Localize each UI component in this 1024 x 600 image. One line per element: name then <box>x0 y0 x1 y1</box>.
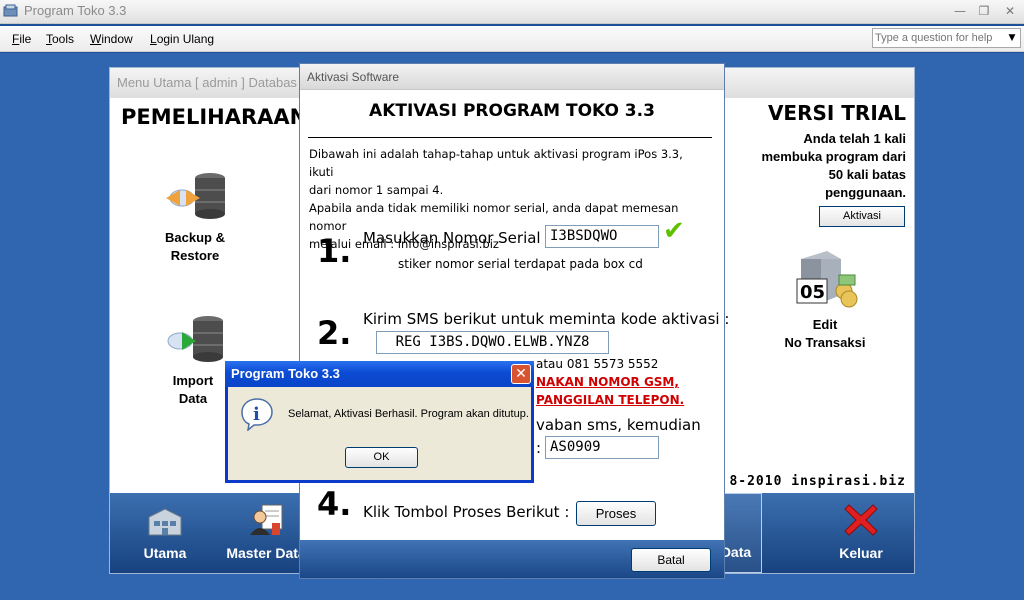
info-glyph: i <box>253 404 260 425</box>
step-1-note: stiker nomor serial terdapat pada box cd <box>398 257 643 271</box>
proses-button[interactable]: Proses <box>576 501 656 526</box>
message-box-title: Program Toko 3.3 <box>231 366 340 381</box>
app-icon <box>3 4 18 17</box>
edit-no-transaksi-tool[interactable]: 05 Edit No Transaksi <box>770 245 880 352</box>
message-box: Program Toko 3.3 ✕ i Selamat, Aktivasi B… <box>225 361 534 483</box>
database-backup-icon <box>166 173 225 219</box>
version-heading: VERSI TRIAL <box>767 101 906 125</box>
user-document-icon <box>250 504 283 535</box>
menu-bar: File Tools Window Login Ulang ▼ <box>0 26 1024 52</box>
menu-window-accel: W <box>90 32 102 46</box>
activation-footer: Batal <box>300 540 724 578</box>
menu-window[interactable]: Window <box>90 32 133 46</box>
activation-window: Aktivasi Software AKTIVASI PROGRAM TOKO … <box>299 63 729 579</box>
app-title: Program Toko 3.3 <box>24 3 127 18</box>
menu-tools-label: ools <box>52 32 75 46</box>
close-button[interactable]: ✕ <box>999 3 1021 19</box>
help-search-box[interactable]: ▼ <box>872 28 1021 48</box>
step-4-number: 4. <box>317 485 352 523</box>
backup-label-1: Backup & <box>165 230 225 245</box>
copyright-text: 8-2010 inspirasi.biz <box>729 474 906 489</box>
activation-titlebar: Aktivasi Software <box>300 64 724 90</box>
message-box-close-button[interactable]: ✕ <box>511 364 531 384</box>
backup-label-2: Restore <box>170 248 220 263</box>
step-2-warning-2: PANGGILAN TELEPON. <box>536 393 685 407</box>
menu-file-label: ile <box>19 32 32 46</box>
serial-number-field[interactable]: I3BSDQWO <box>545 225 659 248</box>
intro-line: dari nomor 1 sampai 4. <box>309 183 444 197</box>
help-search-input[interactable] <box>875 30 1003 46</box>
trial-line: membuka program dari <box>761 149 907 164</box>
box-document-icon: 05 <box>796 251 858 308</box>
intro-line: Dibawah ini adalah tahap-tahap untuk akt… <box>309 147 683 179</box>
aktivasi-button[interactable]: Aktivasi <box>819 206 905 227</box>
step-4-label: Klik Tombol Proses Berikut : <box>363 503 570 521</box>
heading-divider <box>308 137 712 138</box>
check-icon: ✔ <box>663 216 685 246</box>
batal-button[interactable]: Batal <box>631 548 711 572</box>
message-text: Selamat, Aktivasi Berhasil. Program akan… <box>288 408 529 420</box>
activation-window-title: Aktivasi Software <box>307 70 400 84</box>
database-import-icon <box>167 316 223 362</box>
app-title-bar: Program Toko 3.3 — ❐ ✕ <box>0 0 1024 24</box>
trial-line: 50 kali batas <box>828 167 906 182</box>
close-x-icon <box>844 504 878 536</box>
nav-keluar[interactable]: Keluar <box>820 493 902 573</box>
trial-info: Anda telah 1 kali membuka program dari 5… <box>746 130 907 202</box>
backup-restore-tool[interactable]: Backup & Restore <box>140 168 250 265</box>
trial-line: penggunaan. <box>825 185 906 200</box>
edit-badge-text: 05 <box>800 282 825 303</box>
chevron-down-icon[interactable]: ▼ <box>1005 30 1019 46</box>
menu-tools[interactable]: Tools <box>46 32 74 46</box>
edit-label-2: No Transaksi <box>784 335 866 350</box>
menu-login-accel: L <box>150 32 157 46</box>
ok-button[interactable]: OK <box>345 447 418 468</box>
step-3-colon: : <box>536 439 542 457</box>
step-1-number: 1. <box>317 232 352 270</box>
menu-window-label: indow <box>101 32 133 46</box>
step-1-label: Masukkan Nomor Serial : <box>363 229 551 247</box>
trial-line: Anda telah 1 kali <box>803 131 906 146</box>
nav-utama[interactable]: Utama <box>120 493 210 573</box>
sms-code-field[interactable]: REG I3BS.DQWO.ELWB.YNZ8 <box>376 331 609 354</box>
activation-heading: AKTIVASI PROGRAM TOKO 3.3 <box>369 101 655 121</box>
info-icon: i <box>241 398 273 431</box>
edit-label-1: Edit <box>812 317 838 332</box>
step-2-label: Kirim SMS berikut untuk meminta kode akt… <box>363 310 730 328</box>
restore-button[interactable]: ❐ <box>973 3 995 19</box>
activation-code-field[interactable]: AS0909 <box>545 436 659 459</box>
nav-keluar-label: Keluar <box>839 545 883 561</box>
step-3-text: vaban sms, kemudian <box>536 416 701 434</box>
minimize-button[interactable]: — <box>949 3 971 19</box>
menu-login-label: ogin Ulang <box>156 32 215 46</box>
message-box-titlebar: Program Toko 3.3 ✕ <box>225 361 534 387</box>
main-window-title: Menu Utama [ admin ] Databas <box>117 75 297 90</box>
step-2-phone: atau 081 5573 5552 <box>536 357 659 371</box>
menu-file[interactable]: File <box>12 32 31 46</box>
building-icon <box>148 508 182 536</box>
menu-login-ulang[interactable]: Login Ulang <box>150 32 214 46</box>
step-2-number: 2. <box>317 314 352 352</box>
step-2-warning-1: NAKAN NOMOR GSM, <box>536 375 679 389</box>
nav-utama-label: Utama <box>143 545 187 561</box>
